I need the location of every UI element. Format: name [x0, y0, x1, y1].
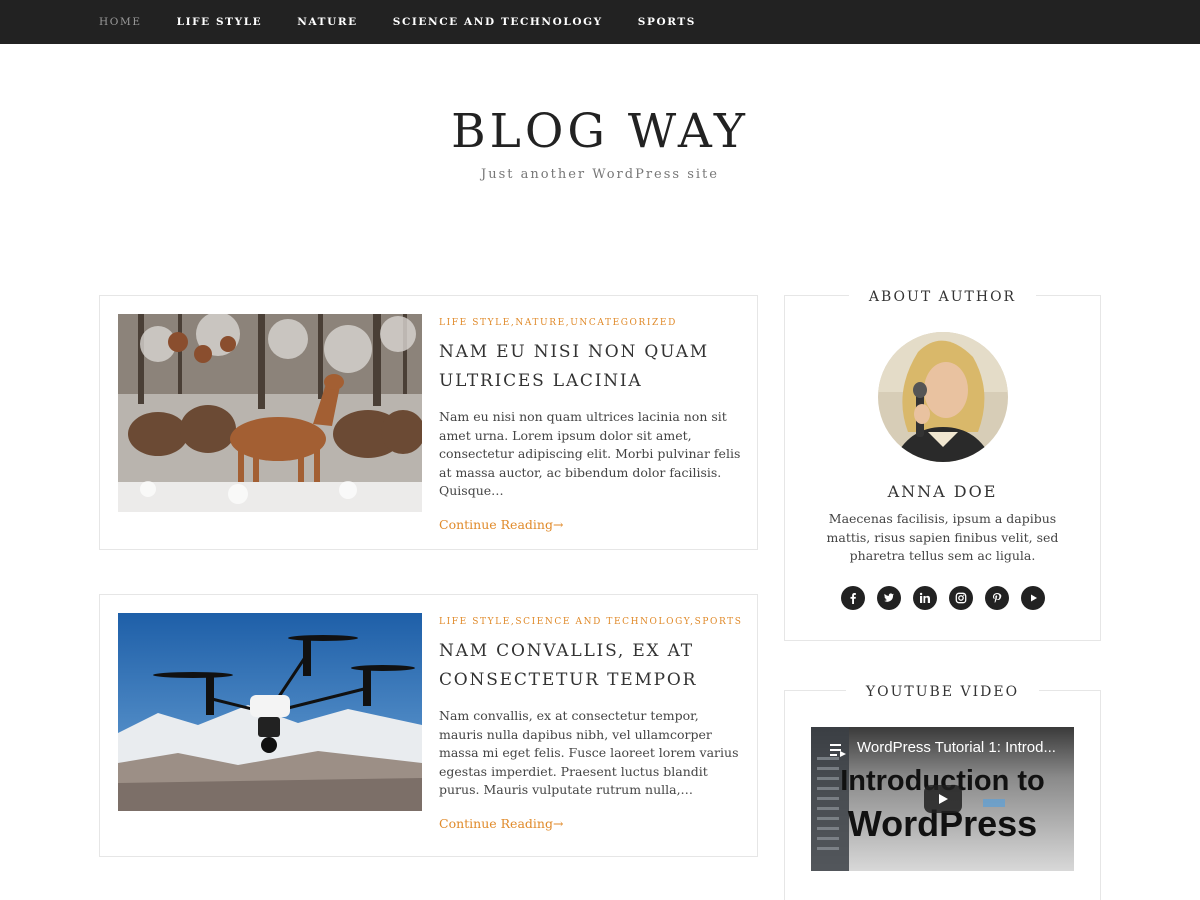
- about-author-widget: ABOUT AUTHOR ANNA DOE Maecenas facilisis…: [784, 289, 1101, 641]
- category-link[interactable]: SPORTS: [695, 617, 743, 627]
- nav-item-sports[interactable]: SPORTS: [638, 16, 696, 28]
- category-link[interactable]: LIFE STYLE: [439, 318, 511, 328]
- video-title[interactable]: WordPress Tutorial 1: Introd...: [857, 739, 1056, 756]
- youtube-video-embed[interactable]: WordPress Tutorial 1: Introd... Introduc…: [811, 727, 1074, 871]
- nav-item-life-style[interactable]: LIFE STYLE: [177, 16, 263, 28]
- widget-title: ABOUT AUTHOR: [785, 286, 1100, 305]
- author-photo: [878, 332, 1008, 462]
- playlist-icon: [830, 744, 846, 757]
- facebook-icon[interactable]: [840, 586, 865, 610]
- widget-title: YOUTUBE VIDEO: [785, 681, 1100, 700]
- category-link[interactable]: UNCATEGORIZED: [570, 318, 677, 328]
- social-links: [785, 586, 1100, 610]
- nav-item-nature[interactable]: NATURE: [297, 16, 357, 28]
- youtube-video-widget: YOUTUBE VIDEO WordPress Tutorial 1: Intr…: [784, 684, 1101, 900]
- top-navigation: HOME LIFE STYLE NATURE SCIENCE AND TECHN…: [0, 0, 1200, 44]
- category-link[interactable]: LIFE STYLE: [439, 617, 511, 627]
- author-bio: Maecenas facilisis, ipsum a dapibus matt…: [826, 511, 1059, 564]
- post-card: LIFE STYLE,SCIENCE AND TECHNOLOGY,SPORTS…: [99, 594, 758, 857]
- post-categories: LIFE STYLE,SCIENCE AND TECHNOLOGY,SPORTS: [439, 617, 743, 627]
- play-button[interactable]: [924, 785, 962, 813]
- youtube-icon[interactable]: [1020, 586, 1045, 610]
- play-icon: [939, 794, 948, 804]
- widget-title-text: ABOUT AUTHOR: [848, 289, 1037, 305]
- nav-item-science-and-technology[interactable]: SCIENCE AND TECHNOLOGY: [393, 16, 603, 28]
- linkedin-icon[interactable]: [912, 586, 937, 610]
- pinterest-icon[interactable]: [984, 586, 1009, 610]
- post-categories: LIFE STYLE,NATURE,UNCATEGORIZED: [439, 318, 677, 328]
- instagram-icon[interactable]: [948, 586, 973, 610]
- nav-menu: HOME LIFE STYLE NATURE SCIENCE AND TECHN…: [99, 0, 731, 44]
- continue-reading-link[interactable]: Continue Reading→: [439, 816, 563, 831]
- drone-image: [118, 613, 422, 811]
- post-card: LIFE STYLE,NATURE,UNCATEGORIZED NAM EU N…: [99, 295, 758, 550]
- category-link[interactable]: SCIENCE AND TECHNOLOGY: [515, 617, 690, 627]
- post-title[interactable]: NAM CONVALLIS, EX AT CONSECTETUR TEMPOR: [439, 637, 744, 695]
- post-thumbnail-deer[interactable]: [118, 314, 422, 512]
- post-title[interactable]: NAM EU NISI NON QUAM ULTRICES LACINIA: [439, 338, 744, 396]
- post-body: LIFE STYLE,NATURE,UNCATEGORIZED NAM EU N…: [439, 318, 744, 533]
- deer-image: [118, 314, 422, 512]
- twitter-icon[interactable]: [876, 586, 901, 610]
- author-name: ANNA DOE: [887, 482, 998, 501]
- avatar: [878, 332, 1008, 462]
- continue-reading-link[interactable]: Continue Reading→: [439, 517, 563, 532]
- post-thumbnail-drone[interactable]: [118, 613, 422, 811]
- category-link[interactable]: NATURE: [515, 318, 565, 328]
- site-title[interactable]: BLOG WAY: [0, 104, 1200, 159]
- nav-item-home[interactable]: HOME: [99, 16, 142, 28]
- widget-title-text: YOUTUBE VIDEO: [845, 684, 1040, 700]
- post-excerpt: Nam convallis, ex at consectetur tempor,…: [439, 708, 739, 798]
- site-tagline: Just another WordPress site: [481, 167, 719, 182]
- post-excerpt: Nam eu nisi non quam ultrices lacinia no…: [439, 409, 741, 499]
- post-body: LIFE STYLE,SCIENCE AND TECHNOLOGY,SPORTS…: [439, 617, 744, 832]
